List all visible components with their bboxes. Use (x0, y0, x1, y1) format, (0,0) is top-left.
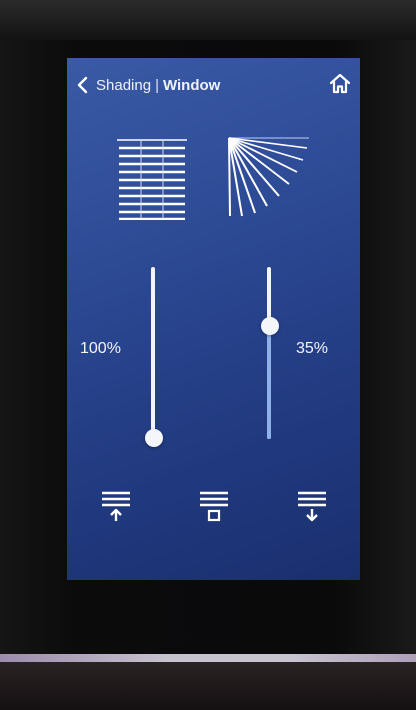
blind-down-button[interactable] (296, 490, 328, 522)
slat-tilt-icon[interactable] (227, 136, 311, 218)
tilt-value: 35% (296, 340, 329, 357)
tilt-slider-fill (267, 326, 271, 439)
home-icon[interactable] (328, 72, 352, 96)
tilt-slider-thumb[interactable] (261, 317, 279, 335)
position-slider-thumb[interactable] (145, 429, 163, 447)
device-bezel-bottom (0, 662, 416, 710)
breadcrumb-parent[interactable]: Shading (96, 77, 151, 94)
venetian-blinds-icon[interactable] (115, 138, 189, 220)
position-slider-track[interactable] (151, 267, 155, 439)
page-title: Window (162, 77, 221, 94)
chevron-left-icon[interactable] (76, 75, 90, 95)
breadcrumb-separator: | (155, 77, 159, 94)
blind-up-button[interactable] (100, 490, 132, 522)
blind-stop-button[interactable] (198, 490, 230, 522)
touch-screen: Shading | Window 100% 35% (67, 58, 360, 580)
breadcrumb: Shading | Window (96, 77, 220, 94)
header: Shading | Window (67, 58, 360, 112)
device-bezel-top (0, 0, 416, 40)
device-frame: Shading | Window 100% 35% (0, 0, 416, 710)
led-light-bar (0, 654, 416, 662)
position-value: 100% (80, 340, 121, 357)
